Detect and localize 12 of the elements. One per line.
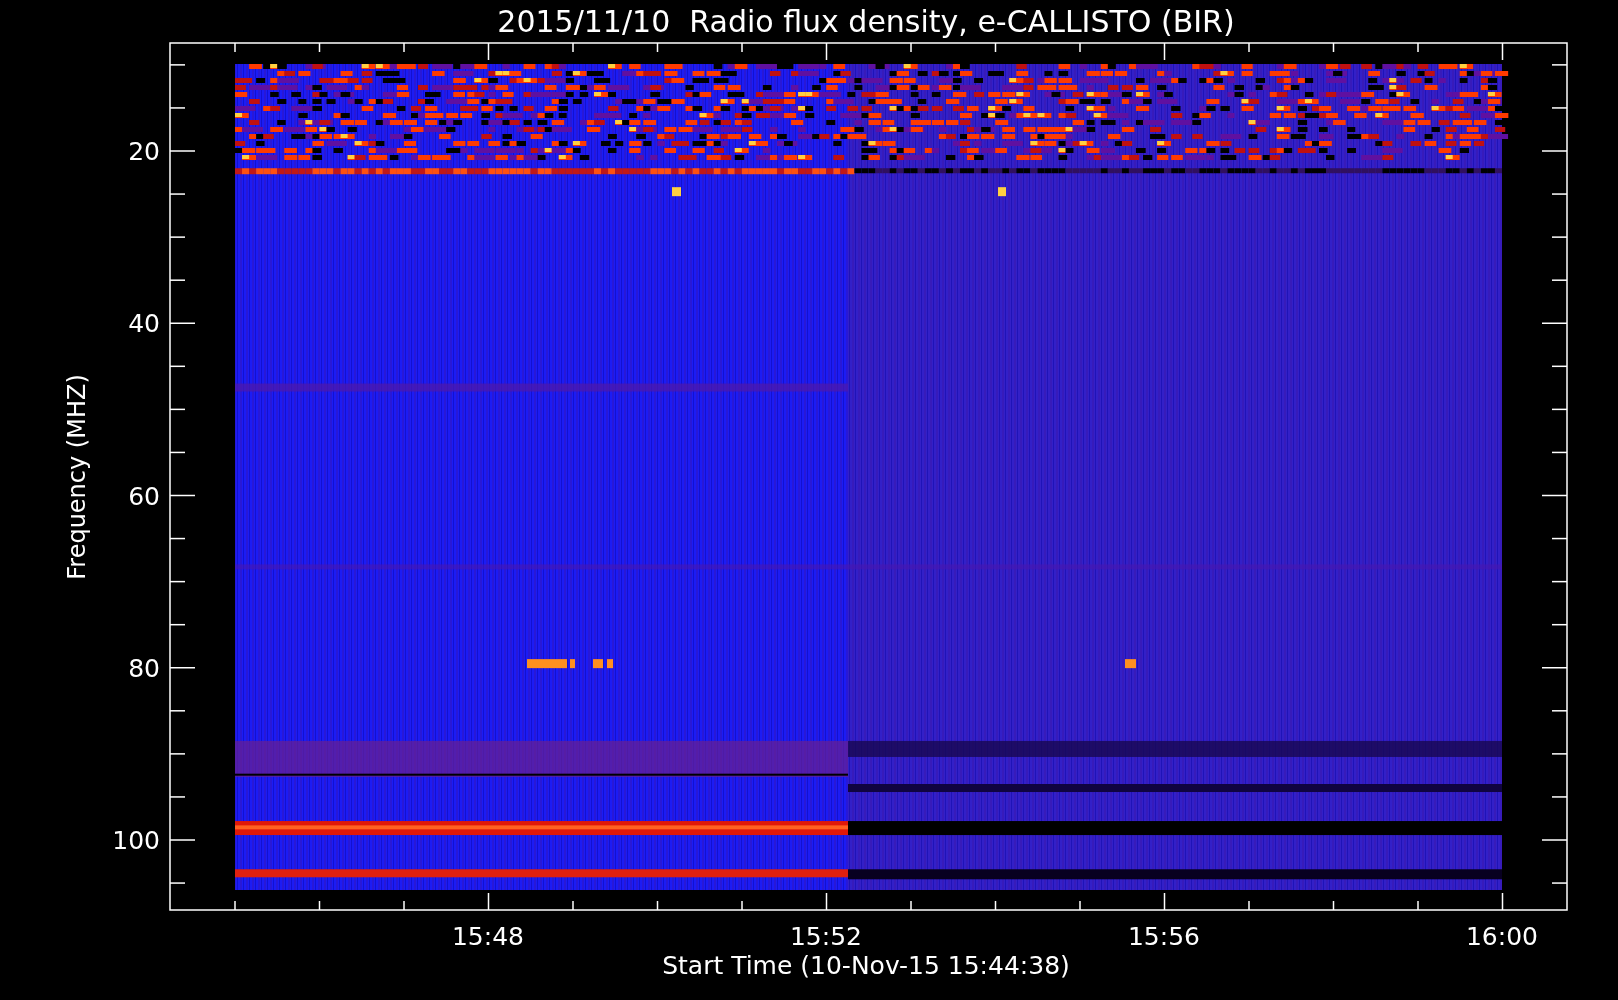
x-axis-label: Start Time (10-Nov-15 15:44:38): [662, 951, 1070, 980]
y-tick-label: 40: [128, 309, 160, 339]
y-tick-label: 60: [128, 481, 160, 511]
x-tick-label: 15:52: [790, 922, 862, 951]
y-tick-label: 100: [112, 826, 160, 855]
y-axis-label: Frequency (MHZ): [63, 374, 91, 580]
x-tick-label: 15:56: [1128, 922, 1200, 951]
y-tick-label: 20: [128, 137, 160, 166]
y-tick-label: 80: [128, 653, 160, 683]
plot-title: 2015/11/10 Radio flux density, e-CALLISTO (BIR): [497, 4, 1235, 39]
x-tick-label: 15:48: [452, 922, 524, 951]
x-tick-label: 16:00: [1466, 922, 1538, 951]
